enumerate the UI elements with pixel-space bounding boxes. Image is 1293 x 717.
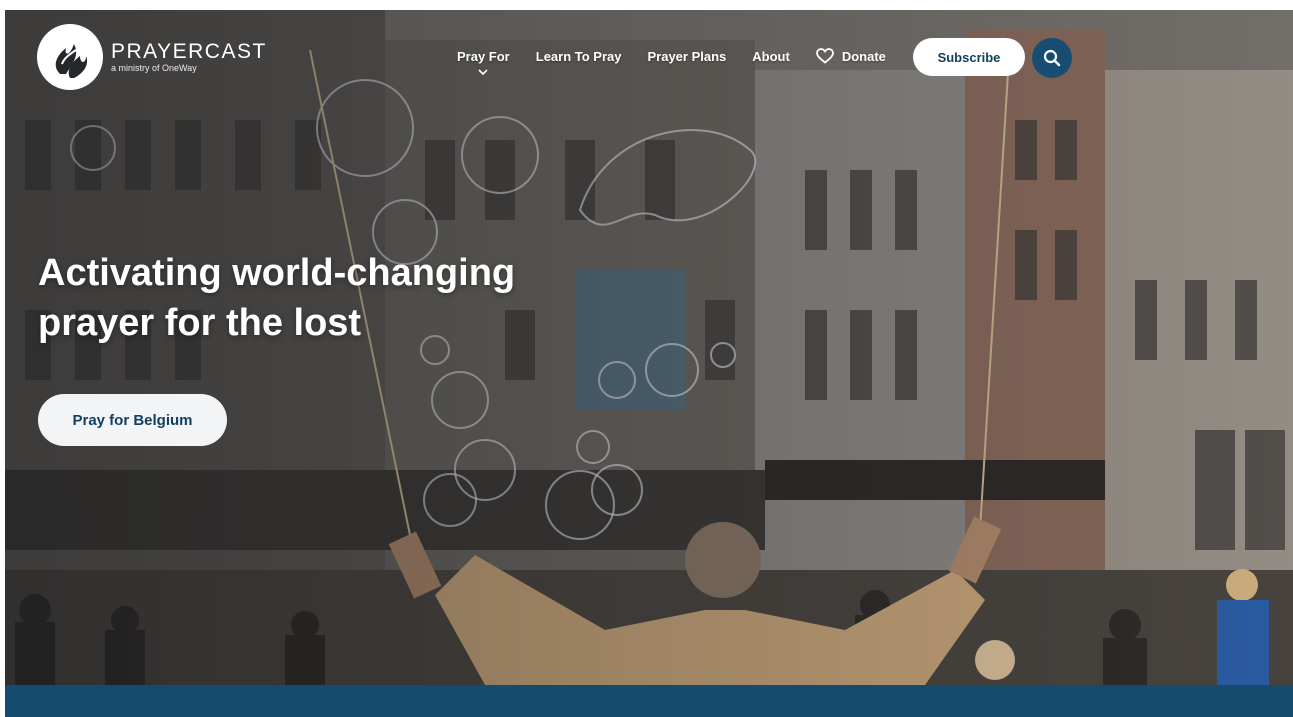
heart-icon	[815, 48, 834, 64]
subscribe-button[interactable]: Subscribe	[913, 38, 1025, 76]
nav-learn-to-pray-label: Learn To Pray	[535, 48, 622, 64]
hero-headline-line2: prayer for the lost	[38, 302, 362, 344]
brand-logo[interactable]: PRAYERCAST a ministry of OneWay	[37, 24, 267, 90]
hero-headline-line1: Activating world-changing	[38, 252, 516, 294]
chevron-down-icon	[478, 68, 488, 75]
brand-name: PRAYERCAST	[111, 40, 267, 63]
bottom-banner-strip	[5, 685, 1293, 717]
search-icon	[1043, 49, 1061, 67]
nav-pray-for-label: Pray For	[457, 48, 510, 64]
main-nav: Pray For Learn To Pray Prayer Plans Abou…	[457, 48, 912, 75]
flame-icon	[37, 24, 103, 90]
pray-for-country-button[interactable]: Pray for Belgium	[38, 394, 227, 446]
search-button[interactable]	[1032, 38, 1072, 78]
page-frame: PRAYERCAST a ministry of OneWay Pray For…	[5, 10, 1293, 717]
nav-prayer-plans-label: Prayer Plans	[647, 48, 727, 64]
nav-about-label: About	[752, 48, 790, 64]
nav-learn-to-pray[interactable]: Learn To Pray	[536, 49, 622, 64]
brand-text: PRAYERCAST a ministry of OneWay	[111, 40, 267, 74]
nav-about[interactable]: About	[752, 49, 790, 64]
nav-pray-for[interactable]: Pray For	[457, 48, 510, 75]
hero-headline: Activating world-changing prayer for the…	[38, 248, 598, 348]
brand-tagline: a ministry of OneWay	[111, 63, 197, 73]
nav-donate-label: Donate	[841, 48, 886, 64]
nav-donate[interactable]: Donate	[815, 48, 886, 64]
nav-prayer-plans[interactable]: Prayer Plans	[647, 49, 726, 64]
